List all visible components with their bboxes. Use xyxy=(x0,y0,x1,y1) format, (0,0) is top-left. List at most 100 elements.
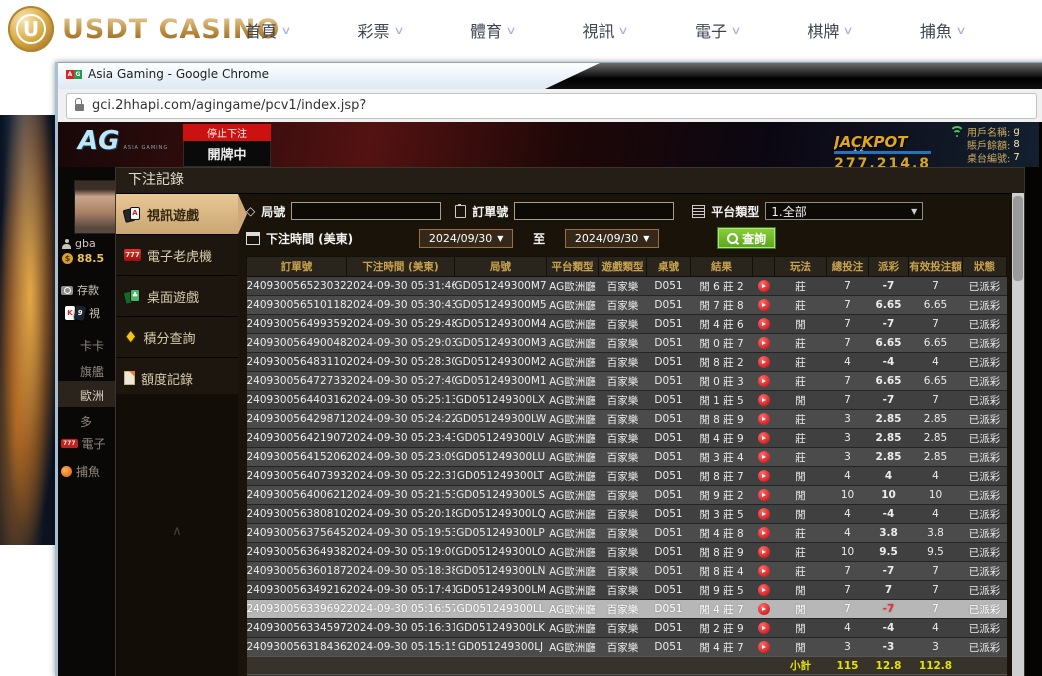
menu-item-額度記錄[interactable]: 額度記錄 xyxy=(116,358,238,399)
cell: 6.65 xyxy=(869,372,909,391)
cell: 閒 xyxy=(775,581,827,600)
menu-item-電子老虎機[interactable]: 777 電子老虎機 xyxy=(116,235,238,276)
bet-record-row[interactable]: 2409300563396922024-09-30 05:16:57GD0512… xyxy=(247,600,1007,619)
table-games-icon: ♣ xyxy=(124,288,141,305)
address-field[interactable]: gci.2hhapi.com/agingame/pcv1/index.jsp? xyxy=(66,93,1037,119)
play-icon[interactable] xyxy=(758,451,770,463)
play-icon[interactable] xyxy=(758,641,770,653)
bet-record-row[interactable]: 2409300564900482024-09-30 05:29:03GD0512… xyxy=(247,334,1007,353)
play-icon[interactable] xyxy=(758,603,770,615)
cell: 閒 2 莊 9 xyxy=(691,619,753,638)
platform-select[interactable]: 1.全部▼ xyxy=(765,202,923,220)
bet-record-row[interactable]: 2409300564831102024-09-30 05:28:30GD0512… xyxy=(247,353,1007,372)
replay-cell xyxy=(753,315,775,334)
cell: 240930056499359 xyxy=(247,315,347,334)
money-icon: $ xyxy=(62,253,73,264)
lobby-category[interactable]: 卡卡 xyxy=(80,337,104,354)
play-icon[interactable] xyxy=(758,280,770,292)
bet-record-row[interactable]: 2409300564219072024-09-30 05:23:43GD0512… xyxy=(247,429,1007,448)
window-titlebar[interactable]: AG Asia Gaming - Google Chrome xyxy=(58,62,1042,89)
deposit-button[interactable]: 存款 xyxy=(61,282,99,298)
bet-record-row[interactable]: 2409300565101182024-09-30 05:30:43GD0512… xyxy=(247,296,1007,315)
bet-record-row[interactable]: 2409300564152062024-09-30 05:23:09GD0512… xyxy=(247,448,1007,467)
cell: 7 xyxy=(827,296,869,315)
brand-logo[interactable]: U USDT CASINO xyxy=(8,6,280,52)
scroll-up-icon[interactable]: ∧ xyxy=(116,524,238,539)
menu-item-視訊遊戲[interactable]: A視訊遊戲 xyxy=(116,194,238,235)
scrollbar[interactable] xyxy=(1012,193,1024,676)
column-header: 局號 xyxy=(455,257,547,277)
bet-record-row[interactable]: 2409300564403162024-09-30 05:25:13GD0512… xyxy=(247,391,1007,410)
nav-item-體育[interactable]: 體育∨ xyxy=(470,18,515,42)
bet-record-row[interactable]: 2409300563649382024-09-30 05:19:00GD0512… xyxy=(247,543,1007,562)
bet-record-row[interactable]: 2409300563756452024-09-30 05:19:53GD0512… xyxy=(247,524,1007,543)
cell: 240930056421907 xyxy=(247,429,347,448)
cell: GD051249300M5 xyxy=(455,296,547,315)
play-icon[interactable] xyxy=(758,356,770,368)
bet-record-row[interactable]: 2409300564298712024-09-30 05:24:22GD0512… xyxy=(247,410,1007,429)
play-icon[interactable] xyxy=(758,413,770,425)
date-to-picker[interactable]: 2024/09/30▼ xyxy=(565,229,659,248)
nav-item-首頁[interactable]: 首頁∨ xyxy=(245,18,290,42)
cell: 已派彩 xyxy=(963,619,1007,638)
chevron-down-icon: ∨ xyxy=(955,24,966,37)
menu-item-積分查詢[interactable]: ♦積分查詢 xyxy=(116,317,238,358)
menu-item-桌面遊戲[interactable]: ♣桌面遊戲 xyxy=(116,276,238,317)
play-icon[interactable] xyxy=(758,489,770,501)
slot-machine-icon: 777 xyxy=(124,249,141,261)
play-icon[interactable] xyxy=(758,470,770,482)
play-icon[interactable] xyxy=(758,508,770,520)
nav-item-視訊[interactable]: 視訊∨ xyxy=(582,18,627,42)
lobby-category-slots[interactable]: 777電子 xyxy=(61,435,106,452)
bet-record-row[interactable]: 2409300563492162024-09-30 05:17:41GD0512… xyxy=(247,581,1007,600)
bet-record-row[interactable]: 2409300564073932024-09-30 05:22:31GD0512… xyxy=(247,467,1007,486)
lobby-category-fishing[interactable]: 捕魚 xyxy=(61,463,100,480)
nav-item-捕魚[interactable]: 捕魚∨ xyxy=(920,18,965,42)
menu-item-label: 電子老虎機 xyxy=(147,246,212,265)
cell: 百家樂 xyxy=(599,448,647,467)
bet-record-row[interactable]: 2409300563808102024-09-30 05:20:18GD0512… xyxy=(247,505,1007,524)
bet-record-row[interactable]: 2409300564727332024-09-30 05:27:40GD0512… xyxy=(247,372,1007,391)
bet-record-row[interactable]: 2409300563184362024-09-30 05:15:15GD0512… xyxy=(247,638,1007,657)
play-icon[interactable] xyxy=(758,565,770,577)
bet-record-row[interactable]: 2409300564993592024-09-30 05:29:48GD0512… xyxy=(247,315,1007,334)
round-input[interactable] xyxy=(291,202,441,220)
play-icon[interactable] xyxy=(758,375,770,387)
dealer-state: 停止下注 開牌中 xyxy=(183,124,271,167)
lobby-category[interactable]: 旗艦 xyxy=(80,363,104,380)
bet-record-row[interactable]: 2409300563601872024-09-30 05:18:38GD0512… xyxy=(247,562,1007,581)
cell: AG歐洲廳 xyxy=(547,277,599,296)
cell: GD051249300LS xyxy=(455,486,547,505)
tag-icon: ◇ xyxy=(246,204,255,218)
order-input[interactable] xyxy=(514,202,674,220)
bet-record-row[interactable]: 2409300564006212024-09-30 05:21:53GD0512… xyxy=(247,486,1007,505)
cell: D051 xyxy=(647,372,691,391)
lobby-category[interactable]: 多 xyxy=(80,413,92,430)
play-icon[interactable] xyxy=(758,299,770,311)
play-icon[interactable] xyxy=(758,394,770,406)
bet-record-row[interactable]: 2409300563345972024-09-30 05:16:31GD0512… xyxy=(247,619,1007,638)
search-button[interactable]: 查詢 xyxy=(717,227,776,249)
scrollbar-thumb[interactable] xyxy=(1013,196,1023,281)
play-icon[interactable] xyxy=(758,527,770,539)
column-header: 派彩 xyxy=(869,257,909,277)
nav-item-電子[interactable]: 電子∨ xyxy=(695,18,740,42)
lobby-category[interactable]: 歐洲 xyxy=(80,387,104,404)
play-icon[interactable] xyxy=(758,622,770,634)
cell: 240930056523032 xyxy=(247,277,347,296)
play-icon[interactable] xyxy=(758,337,770,349)
cell: D051 xyxy=(647,277,691,296)
play-icon[interactable] xyxy=(758,318,770,330)
cell: -4 xyxy=(869,619,909,638)
nav-item-彩票[interactable]: 彩票∨ xyxy=(357,18,402,42)
cell: -7 xyxy=(869,600,909,619)
cell: AG歐洲廳 xyxy=(547,372,599,391)
date-from-picker[interactable]: 2024/09/30▼ xyxy=(419,229,513,248)
play-icon[interactable] xyxy=(758,546,770,558)
play-icon[interactable] xyxy=(758,432,770,444)
nav-item-棋牌[interactable]: 棋牌∨ xyxy=(807,18,852,42)
cell: 百家樂 xyxy=(599,486,647,505)
video-tab[interactable]: K9視 xyxy=(65,305,100,321)
play-icon[interactable] xyxy=(758,584,770,596)
bet-record-row[interactable]: 2409300565230322024-09-30 05:31:46GD0512… xyxy=(247,277,1007,296)
